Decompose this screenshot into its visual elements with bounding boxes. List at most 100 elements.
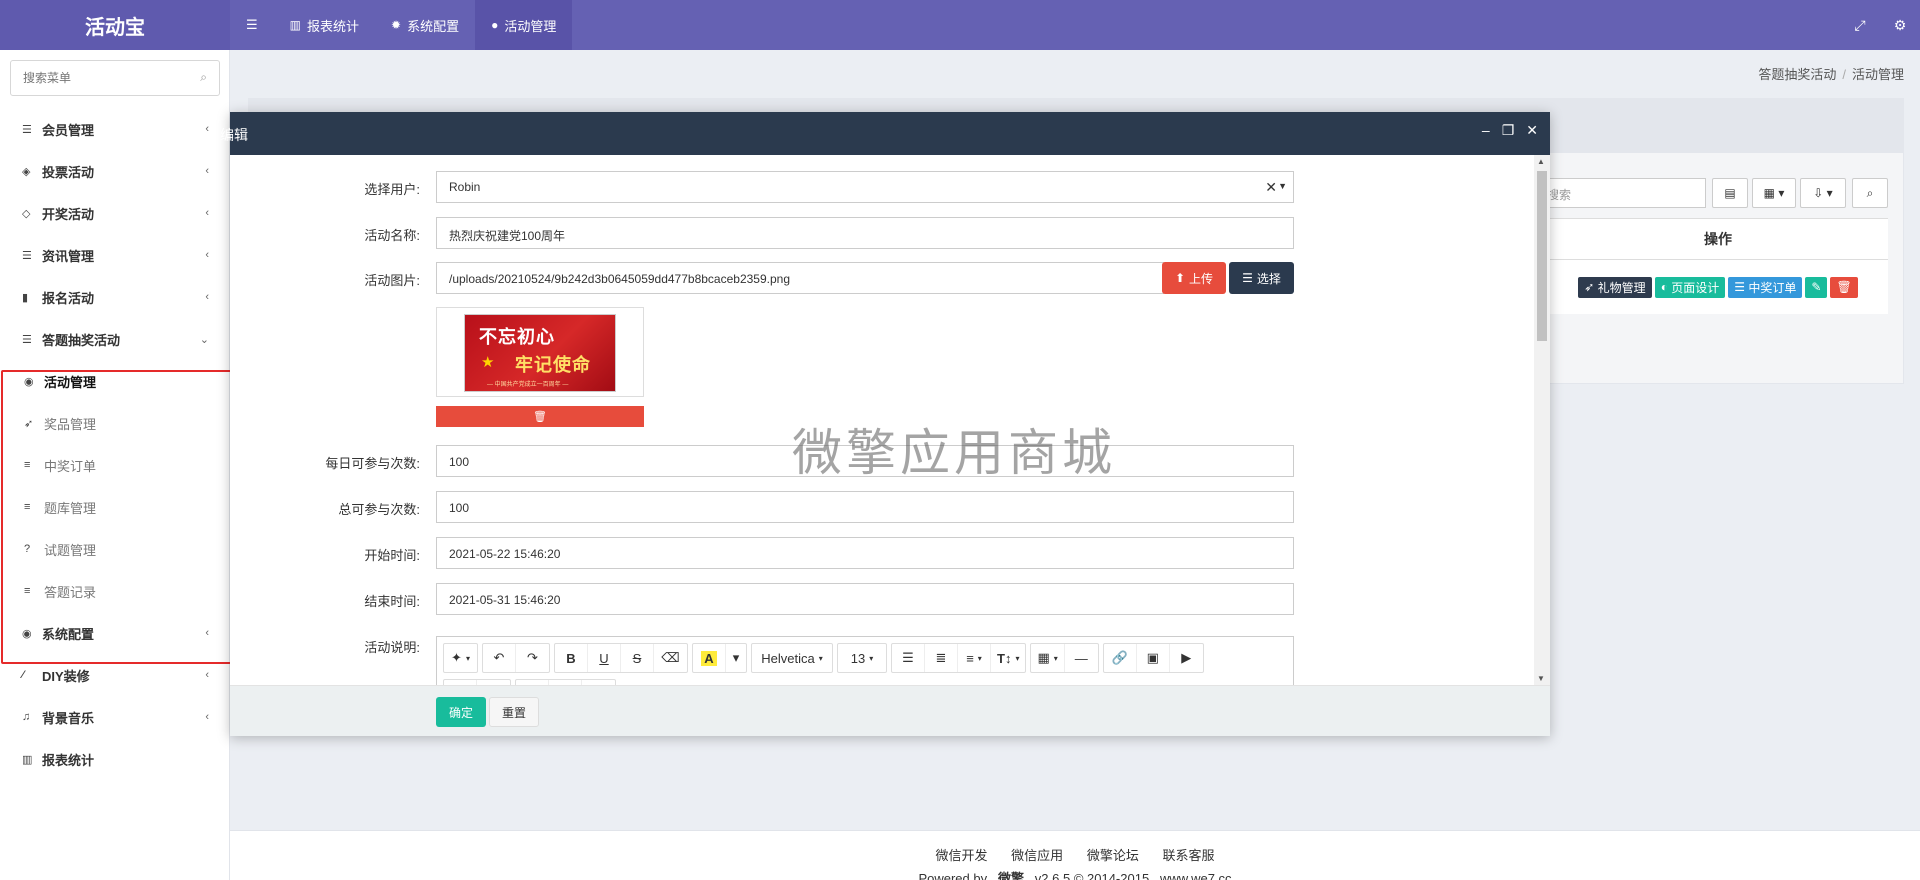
font-size-select[interactable]: 13 ▾ <box>838 644 886 672</box>
footer-link[interactable]: 联系客服 <box>1162 848 1214 863</box>
line-height-icon[interactable]: T↕ ▾ <box>991 644 1025 672</box>
bar-chart-icon: ▥ <box>289 18 301 32</box>
sidebar-subitem-orders[interactable]: ≡ 中奖订单 <box>0 444 229 486</box>
menu-search[interactable]: ⌕ <box>10 60 220 96</box>
sidebar-subitem-bank[interactable]: ≡ 题库管理 <box>0 486 229 528</box>
sidebar-item-quiz-lottery[interactable]: ☰ 答题抽奖活动 ⌄ <box>0 318 229 360</box>
video-icon[interactable]: ▶ <box>1170 644 1203 672</box>
image-path-input[interactable]: /uploads/20210524/9b242d3b0645059dd477b8… <box>436 262 1164 294</box>
sidebar-menu: ☰ 会员管理 ‹ ◈ 投票活动 ‹ ◇ 开奖活动 ‹ ☰ 资讯管理 ‹ ▮ 报名活动 ‹ ☰ 答题抽奖… <box>0 108 229 780</box>
lines-icon: ≡ <box>24 501 31 513</box>
undo-icon[interactable]: ↶ <box>483 644 516 672</box>
reset-button[interactable]: 重置 <box>489 697 539 727</box>
bullet-list-icon[interactable]: ☰ <box>892 644 925 672</box>
choose-button[interactable]: ☰ 选择 <box>1229 262 1294 294</box>
footer-link[interactable]: 微信应用 <box>1011 848 1063 863</box>
export-button[interactable]: ⇩ ▾ <box>1800 178 1846 208</box>
toggle-view-button[interactable]: ▤ <box>1712 178 1748 208</box>
sidebar-subitem-questions[interactable]: ? 试题管理 <box>0 528 229 570</box>
sidebar-item-music[interactable]: ♫ 背景音乐 ‹ <box>0 696 229 738</box>
modal-scrollbar[interactable]: ▲ ▼ <box>1534 155 1550 685</box>
sidebar-item-news[interactable]: ☰ 资讯管理 ‹ <box>0 234 229 276</box>
columns-button[interactable]: ▦ ▾ <box>1752 178 1796 208</box>
hamburger-button[interactable]: ☰ <box>230 0 274 50</box>
topnav-report[interactable]: ▥ 报表统计 <box>274 0 375 50</box>
gift-manage-button[interactable]: ➶ 礼物管理 <box>1578 276 1652 298</box>
breadcrumb-parent[interactable]: 答题抽奖活动 <box>1758 67 1836 82</box>
edit-modal: 编辑 – ❐ ✕ 选择用户: Robin ✕ ▼ 活动名称: 热烈庆祝建党100… <box>220 112 1550 736</box>
total-limit-input[interactable]: 100 <box>436 491 1294 523</box>
sidebar-subitem-records[interactable]: ≡ 答题记录 <box>0 570 229 612</box>
tag-icon: ◈ <box>22 165 31 178</box>
scroll-down-icon[interactable]: ▼ <box>1537 674 1545 683</box>
topnav-settings[interactable]: ✹ 系统配置 <box>375 0 475 50</box>
magic-icon: ⁄ <box>22 669 24 681</box>
row-end: 结束时间: 2021-05-31 15:46:20 <box>230 583 1530 615</box>
fullscreen-icon[interactable]: ⤢ <box>1840 17 1880 34</box>
sidebar-item-system[interactable]: ◉ 系统配置 ‹ <box>0 612 229 654</box>
ordered-list-icon[interactable]: ≣ <box>925 644 958 672</box>
sidebar-item-diy[interactable]: ⁄ DIY装修 ‹ <box>0 654 229 696</box>
color-caret-icon[interactable]: ▾ <box>726 644 746 672</box>
footer-links: 微信开发 微信应用 微擎论坛 联系客服 <box>230 845 1920 864</box>
gear-icon: ✹ <box>391 18 402 32</box>
sidebar-subitem-prizes[interactable]: ➶ 奖品管理 <box>0 402 229 444</box>
breadcrumb-current: 活动管理 <box>1851 67 1904 82</box>
trash-icon: 🗑 <box>1836 280 1852 294</box>
chevron-left-icon: ‹ <box>205 627 209 639</box>
strikethrough-icon[interactable]: S <box>621 644 654 672</box>
sidebar-subitem-activity[interactable]: ◉ 活动管理 <box>0 360 229 402</box>
activity-name-input[interactable]: 热烈庆祝建党100周年 <box>436 217 1294 249</box>
end-time-input[interactable]: 2021-05-31 15:46:20 <box>436 583 1294 615</box>
align-icon[interactable]: ≡ ▾ <box>958 644 991 672</box>
close-icon[interactable]: ✕ <box>1526 122 1538 139</box>
topnav-activity[interactable]: ● 活动管理 <box>475 0 573 50</box>
winning-orders-button[interactable]: ☰ 中奖订单 <box>1728 276 1803 298</box>
row-name: 活动名称: 热烈庆祝建党100周年 <box>230 217 1530 249</box>
rich-text-editor[interactable]: ✦ ▾ ↶ ↷ B U S ⌫ A ▾ Helvetica ▾ 13 ▾ ☰ ≣ ≡ ▾ T↕ ▾ ▦ ▾ —… <box>436 636 1294 685</box>
maximize-icon[interactable]: ❐ <box>1502 122 1515 139</box>
sidebar-item-members[interactable]: ☰ 会员管理 ‹ <box>0 108 229 150</box>
app-brand[interactable]: 活动宝 <box>0 0 230 50</box>
user-select[interactable]: Robin ✕ ▼ <box>436 171 1294 203</box>
table-icon[interactable]: ▦ ▾ <box>1031 644 1065 672</box>
sidebar-item-reports[interactable]: ▥ 报表统计 <box>0 738 229 780</box>
chevron-left-icon: ‹ <box>205 711 209 723</box>
chevron-left-icon: ‹ <box>205 249 209 261</box>
redo-icon[interactable]: ↷ <box>516 644 549 672</box>
scroll-thumb[interactable] <box>1537 171 1547 341</box>
eraser-icon[interactable]: ⌫ <box>654 644 687 672</box>
banner-image: 不忘初心 ★ 牢记使命 — 中国共产党成立一百周年 — <box>464 314 616 392</box>
link-icon[interactable]: 🔗 <box>1104 644 1137 672</box>
sidebar-item-lottery[interactable]: ◇ 开奖活动 ‹ <box>0 192 229 234</box>
scroll-up-icon[interactable]: ▲ <box>1537 157 1545 166</box>
minimize-icon[interactable]: – <box>1482 122 1490 139</box>
image-icon[interactable]: ▣ <box>1137 644 1170 672</box>
delete-image-button[interactable]: 🗑 <box>436 406 644 427</box>
font-family-select[interactable]: Helvetica ▾ <box>752 644 832 672</box>
top-right-icons: ⤢ ⚙ <box>1840 0 1920 50</box>
menu-search-input[interactable] <box>11 61 181 95</box>
magic-wand-icon[interactable]: ✦ ▾ <box>444 644 477 672</box>
delete-button[interactable]: 🗑 <box>1830 276 1858 298</box>
footer-link[interactable]: 微信开发 <box>936 848 988 863</box>
start-time-input[interactable]: 2021-05-22 15:46:20 <box>436 537 1294 569</box>
sidebar-item-vote[interactable]: ◈ 投票活动 ‹ <box>0 150 229 192</box>
edit-button[interactable]: ✎ <box>1805 276 1828 298</box>
settings-cog-icon[interactable]: ⚙ <box>1880 17 1920 34</box>
horizontal-rule-icon[interactable]: — <box>1065 644 1098 672</box>
search-button[interactable]: ⌕ <box>1852 178 1888 208</box>
table-search-input[interactable]: 搜索 <box>1540 178 1706 208</box>
sidebar-item-signup[interactable]: ▮ 报名活动 ‹ <box>0 276 229 318</box>
clear-icon[interactable]: ✕ <box>1265 179 1277 196</box>
table-icon: ▤ <box>1724 186 1736 200</box>
footer-link[interactable]: 微擎论坛 <box>1087 848 1139 863</box>
upload-button[interactable]: ⬆ 上传 <box>1162 262 1226 294</box>
caret-down-icon: ▼ <box>1278 181 1287 191</box>
page-design-button[interactable]: ◐ 页面设计 <box>1654 276 1726 298</box>
confirm-button[interactable]: 确定 <box>436 697 486 727</box>
text-color-icon[interactable]: A <box>693 644 726 672</box>
underline-icon[interactable]: U <box>588 644 621 672</box>
modal-controls: – ❐ ✕ <box>1482 122 1538 139</box>
bold-icon[interactable]: B <box>555 644 588 672</box>
